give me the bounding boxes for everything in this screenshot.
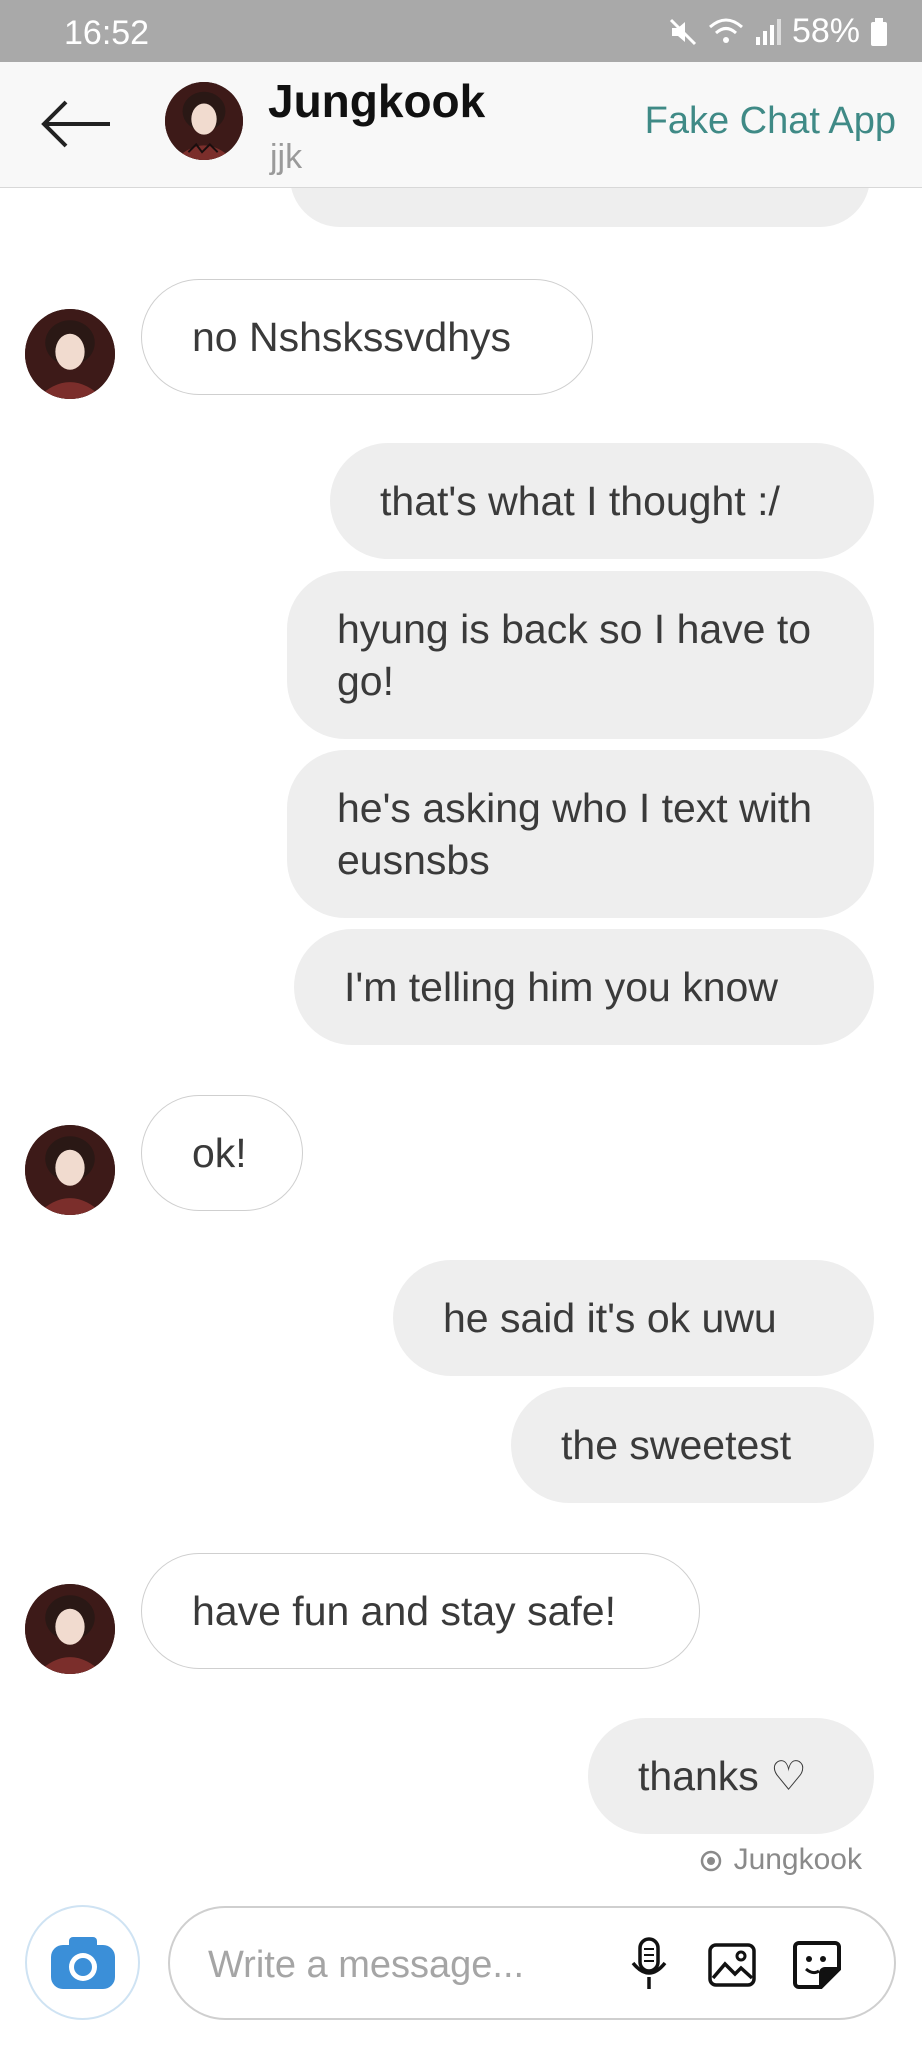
outgoing-message[interactable]: he said it's ok uwu bbox=[393, 1260, 874, 1376]
message-avatar[interactable] bbox=[25, 309, 115, 399]
outgoing-message[interactable]: I'm telling him you know bbox=[294, 929, 874, 1045]
signal-icon bbox=[754, 17, 782, 47]
seen-by-name: Jungkook bbox=[733, 1843, 862, 1876]
mute-icon bbox=[668, 17, 698, 47]
message-avatar[interactable] bbox=[25, 1125, 115, 1215]
microphone-icon bbox=[631, 1937, 667, 1989]
camera-button[interactable] bbox=[25, 1905, 140, 2020]
back-button[interactable] bbox=[36, 94, 116, 154]
message-input[interactable] bbox=[206, 1934, 590, 1996]
outgoing-message[interactable]: thanks ♡ bbox=[588, 1718, 874, 1834]
outgoing-message[interactable]: that's what I thought :/ bbox=[330, 443, 874, 559]
contact-name[interactable]: Jungkook bbox=[268, 74, 485, 128]
seen-indicator: Jungkook bbox=[696, 1843, 862, 1877]
message-avatar[interactable] bbox=[25, 1584, 115, 1674]
chat-header: Jungkook jjk Fake Chat App bbox=[0, 62, 922, 188]
back-arrow-icon bbox=[41, 100, 110, 148]
incoming-message[interactable]: ok! bbox=[141, 1095, 303, 1211]
eye-icon bbox=[700, 1850, 721, 1872]
image-button[interactable] bbox=[703, 1936, 761, 1994]
outgoing-message[interactable]: hyung is back so I have to go! bbox=[287, 571, 874, 739]
sticker-icon bbox=[793, 1941, 841, 1989]
chat-area[interactable]: no Nshskssvdhys that's what I thought :/… bbox=[0, 127, 922, 1887]
sticker-button[interactable] bbox=[788, 1936, 846, 1994]
camera-icon bbox=[50, 1936, 115, 1989]
outgoing-message[interactable]: the sweetest bbox=[511, 1387, 874, 1503]
incoming-message[interactable]: no Nshskssvdhys bbox=[141, 279, 593, 395]
wifi-icon bbox=[708, 17, 744, 47]
battery-level: 58% bbox=[791, 12, 860, 50]
contact-avatar[interactable] bbox=[165, 82, 243, 160]
app-name: Fake Chat App bbox=[644, 100, 896, 142]
microphone-button[interactable] bbox=[620, 1936, 678, 1994]
outgoing-message[interactable]: he's asking who I text with eusnsbs bbox=[287, 750, 874, 918]
image-icon bbox=[708, 1943, 756, 1987]
status-bar: 16:52 58% bbox=[0, 0, 922, 62]
status-time: 16:52 bbox=[64, 14, 150, 52]
message-composer bbox=[168, 1906, 896, 2020]
status-icons: 58% bbox=[668, 12, 888, 51]
incoming-message[interactable]: have fun and stay safe! bbox=[141, 1553, 700, 1669]
contact-username: jjk bbox=[270, 138, 303, 176]
battery-icon bbox=[870, 17, 888, 47]
